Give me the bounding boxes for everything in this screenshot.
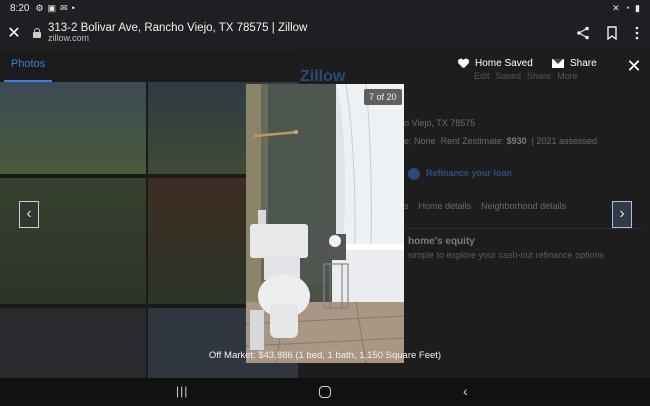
url-area[interactable]: 313-2 Bolivar Ave, Rancho Viejo, TX 7857… (48, 22, 307, 45)
share-icon[interactable] (576, 26, 590, 40)
nav-item-overview[interactable]: s (404, 201, 409, 211)
rent-zestimate-value: $930 (506, 136, 527, 146)
settings-icon: ⚙ (35, 2, 44, 13)
mute-icon: ✕ (612, 2, 620, 13)
close-gallery-button[interactable]: ✕ (624, 56, 644, 76)
wifi-icon: ◔ (624, 2, 631, 13)
battery-icon: ▮ (635, 2, 640, 13)
bookmark-icon[interactable] (606, 26, 618, 40)
edit-action[interactable]: Edit (474, 71, 490, 81)
photo-tile[interactable] (0, 178, 146, 304)
home-saved-button[interactable]: Home Saved (458, 58, 533, 69)
dot-icon: • (71, 2, 75, 13)
back-button[interactable]: ‹ (463, 383, 468, 399)
system-navbar: ||| ‹ (0, 378, 650, 406)
next-photo-button[interactable]: › (612, 201, 632, 228)
menu-icon[interactable] (634, 26, 640, 40)
recent-apps-button[interactable]: ||| (176, 384, 188, 398)
equity-heading: home's equity (408, 236, 475, 247)
status-bar: 8:20 ⚙ ▣ ✉ • ✕ ◔ ▮ (0, 0, 650, 16)
refinance-icon (408, 168, 420, 180)
share-label: Share (570, 58, 597, 69)
listing-actions: Edit Saved Share More (474, 71, 578, 81)
home-saved-label: Home Saved (475, 58, 533, 69)
bathroom-photo (246, 84, 404, 363)
share-action[interactable]: Share (527, 71, 551, 81)
assessed-text: 2021 assessed (536, 136, 598, 146)
rent-zestimate-label: Rent Zestimate (440, 136, 502, 146)
refinance-link[interactable]: Refinance your loan (426, 168, 512, 178)
status-time: 8:20 (10, 2, 30, 14)
heart-icon (458, 59, 469, 69)
photos-tabbar: Photos (0, 50, 298, 82)
home-button[interactable] (319, 386, 331, 398)
page-domain: zillow.com (48, 33, 90, 44)
info-middle: ; None (409, 136, 436, 146)
lock-icon (32, 28, 42, 38)
mail-icon: ✉ (60, 2, 68, 13)
divider (404, 228, 644, 229)
status-right-icons: ✕ ◔ ▮ (612, 3, 640, 14)
screen: 8:20 ⚙ ▣ ✉ • ✕ ◔ ▮ ✕ 313-2 Bolivar Ave, … (0, 0, 650, 406)
photo-tile[interactable] (0, 82, 146, 174)
status-left-icons: ⚙ ▣ ✉ • (35, 3, 74, 14)
browser-bar: ✕ 313-2 Bolivar Ave, Rancho Viejo, TX 78… (0, 16, 650, 50)
nav-item-home-details[interactable]: Home details (419, 201, 472, 211)
browser-actions (576, 26, 640, 40)
equity-subtext: simple to explore your cash-out refinanc… (408, 250, 605, 260)
nav-item-neighborhood[interactable]: Neighborhood details (481, 201, 566, 211)
gallery-photo (246, 84, 404, 363)
tab-photos[interactable]: Photos (6, 58, 50, 70)
previous-photo-button[interactable]: ‹ (19, 201, 39, 228)
close-tab-button[interactable]: ✕ (0, 23, 28, 43)
photo-counter: 7 of 20 (364, 89, 402, 105)
details-nav: s Home details Neighborhood details (404, 201, 566, 211)
photo-caption: Off Market: $43,886 (1 bed, 1 bath, 1,15… (208, 350, 442, 361)
listing-info: e; None Rent Zestimate: $930 | 2021 asse… (404, 136, 598, 146)
listing-address: o Viejo, TX 78575 (404, 118, 476, 128)
photo-tile[interactable] (0, 308, 146, 378)
envelope-icon (552, 59, 564, 68)
image-icon: ▣ (47, 2, 57, 13)
saved-action[interactable]: Saved (496, 71, 522, 81)
more-action[interactable]: More (557, 71, 578, 81)
share-button[interactable]: Share (552, 58, 597, 69)
